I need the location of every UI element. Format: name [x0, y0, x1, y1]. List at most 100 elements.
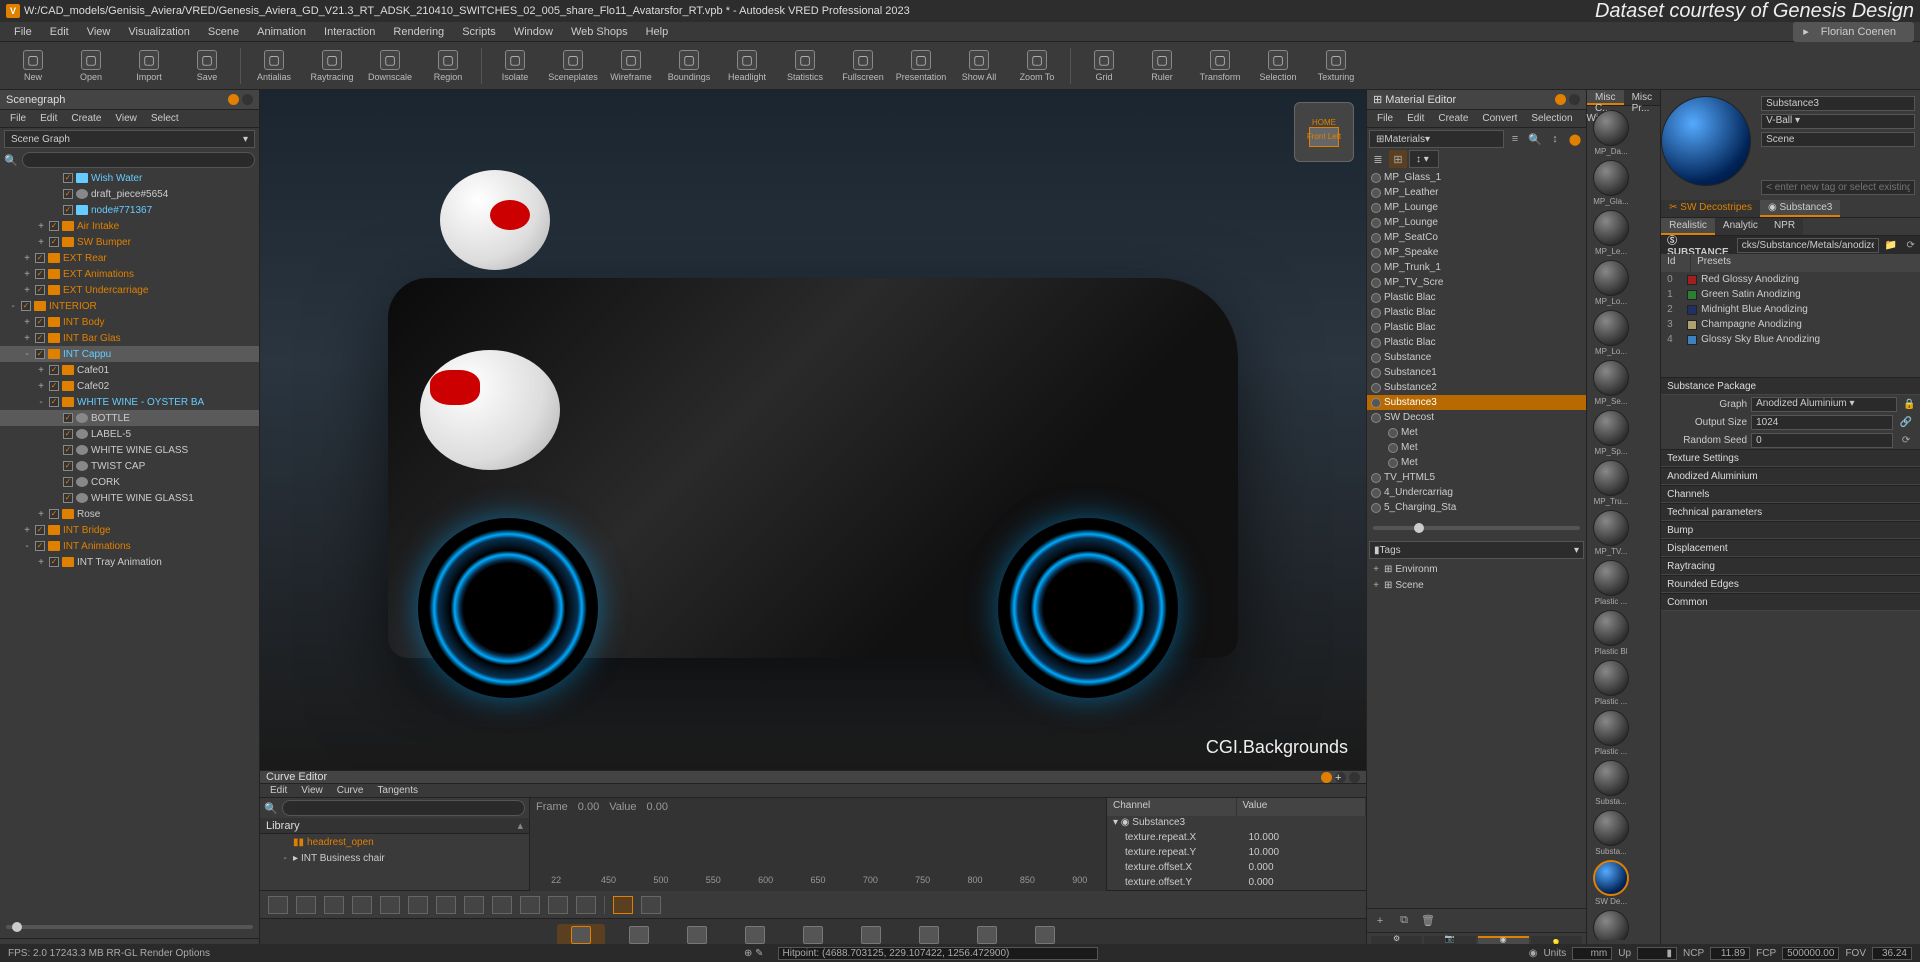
tool-new[interactable]: ▢New [8, 48, 58, 84]
menu-animation[interactable]: Animation [249, 24, 314, 40]
linear-icon[interactable] [380, 896, 400, 914]
me-menu-convert[interactable]: Convert [1476, 112, 1523, 125]
material-item[interactable]: MP_Lounge [1367, 200, 1586, 215]
material-item[interactable]: Met [1367, 425, 1586, 440]
channel-row[interactable]: texture.offset.Y0.000 [1107, 876, 1366, 891]
sg-menu-view[interactable]: View [109, 112, 143, 125]
tool-raytracing[interactable]: ▢Raytracing [307, 48, 357, 84]
section-rounded-edges[interactable]: Rounded Edges [1661, 575, 1920, 593]
tool-headlight[interactable]: ▢Headlight [722, 48, 772, 84]
ce-refresh-icon[interactable] [1321, 772, 1332, 783]
menu-file[interactable]: File [6, 24, 40, 40]
material-item[interactable]: 5_Charging_Sta [1367, 500, 1586, 515]
material-item[interactable]: Substance [1367, 350, 1586, 365]
materials-filter-dropdown[interactable]: ⊞ Materials ▾ [1369, 130, 1504, 148]
me-refresh-icon[interactable] [1555, 94, 1566, 105]
unify-icon[interactable] [548, 896, 568, 914]
tree-node[interactable]: -✓INT Animations [0, 538, 259, 554]
tree-node[interactable]: +✓Cafe02 [0, 378, 259, 394]
tree-node[interactable]: +✓INT Body [0, 314, 259, 330]
list-view-icon[interactable]: ≣ [1369, 150, 1387, 168]
output-size-field[interactable] [1751, 415, 1893, 430]
panel-close-icon[interactable] [242, 94, 253, 105]
tool-statistics[interactable]: ▢Statistics [780, 48, 830, 84]
material-type-dropdown[interactable]: V-Ball ▾ [1761, 114, 1914, 129]
menu-help[interactable]: Help [638, 24, 677, 40]
mat-group[interactable]: +⊞Scene [1367, 577, 1586, 593]
material-thumb[interactable]: SW De... [1591, 860, 1631, 906]
sg-menu-select[interactable]: Select [145, 112, 185, 125]
tool-grid[interactable]: ▢Grid [1079, 48, 1129, 84]
menu-scene[interactable]: Scene [200, 24, 247, 40]
menu-scripts[interactable]: Scripts [454, 24, 504, 40]
tree-node[interactable]: +✓Air Intake [0, 218, 259, 234]
scenegraph-tree[interactable]: ✓Wish Water✓draft_piece#5654✓node#771367… [0, 170, 259, 916]
tree-node[interactable]: ✓WHITE WINE GLASS1 [0, 490, 259, 506]
tool-open[interactable]: ▢Open [66, 48, 116, 84]
sort-icon[interactable]: ↕ [1546, 130, 1564, 148]
tool-ruler[interactable]: ▢Ruler [1137, 48, 1187, 84]
section-anodized-aluminium[interactable]: Anodized Aluminium [1661, 467, 1920, 485]
menu-webshops[interactable]: Web Shops [563, 24, 636, 40]
user-badge[interactable]: ▸ Florian Coenen [1793, 22, 1914, 42]
channel-row[interactable]: texture.repeat.Y10.000 [1107, 846, 1366, 861]
me-close-icon[interactable] [1569, 94, 1580, 105]
me-menu-selection[interactable]: Selection [1525, 112, 1578, 125]
scissors-icon[interactable] [296, 896, 316, 914]
tree-node[interactable]: +✓EXT Rear [0, 250, 259, 266]
tool-texturing[interactable]: ▢Texturing [1311, 48, 1361, 84]
section-texture-settings[interactable]: Texture Settings [1661, 449, 1920, 467]
collapse-icon[interactable]: ▴ [517, 819, 523, 832]
tree-node[interactable]: +✓Rose [0, 506, 259, 522]
menu-edit[interactable]: Edit [42, 24, 77, 40]
tool-region[interactable]: ▢Region [423, 48, 473, 84]
tangent-2-icon[interactable] [352, 896, 372, 914]
tool-antialias[interactable]: ▢Antialias [249, 48, 299, 84]
section-technical-parameters[interactable]: Technical parameters [1661, 503, 1920, 521]
presets-table[interactable]: 0Red Glossy Anodizing1Green Satin Anodiz… [1661, 272, 1920, 347]
tree-node[interactable]: +✓EXT Animations [0, 266, 259, 282]
link-icon[interactable]: 🔗 [1897, 413, 1915, 431]
ce-menu-edit[interactable]: Edit [264, 784, 293, 797]
sg-menu-file[interactable]: File [4, 112, 32, 125]
tool-boundings[interactable]: ▢Boundings [664, 48, 714, 84]
material-thumbnails[interactable]: MP_Da...MP_Gla...MP_Le...MP_Lo...MP_Lo..… [1587, 106, 1660, 940]
tool-import[interactable]: ▢Import [124, 48, 174, 84]
viewport[interactable]: HOME Front Left CGI.Backgrounds [260, 90, 1366, 770]
tag-field[interactable] [1761, 180, 1914, 195]
tool-sceneplates[interactable]: ▢Sceneplates [548, 48, 598, 84]
tool-transform[interactable]: ▢Transform [1195, 48, 1245, 84]
fcp-field[interactable]: 500000.00 [1782, 947, 1839, 960]
tree-node[interactable]: ✓node#771367 [0, 202, 259, 218]
section-raytracing[interactable]: Raytracing [1661, 557, 1920, 575]
material-thumb[interactable]: MP_Lo... [1591, 260, 1631, 306]
material-thumb[interactable]: MP_Lo... [1591, 310, 1631, 356]
preset-row[interactable]: 2Midnight Blue Anodizing [1661, 302, 1920, 317]
key-icon[interactable] [268, 896, 288, 914]
crumb-decostripes[interactable]: ✂ SW Decostripes [1661, 200, 1760, 217]
tree-node[interactable]: ✓draft_piece#5654 [0, 186, 259, 202]
spline-icon[interactable] [436, 896, 456, 914]
reload-icon[interactable]: ⟳ [1903, 236, 1919, 254]
tool-downscale[interactable]: ▢Downscale [365, 48, 415, 84]
material-item[interactable]: Plastic Blac [1367, 335, 1586, 350]
lock-icon[interactable]: 🔒 [1901, 395, 1919, 413]
tree-node[interactable]: +✓SW Bumper [0, 234, 259, 250]
ce-menu-view[interactable]: View [295, 784, 329, 797]
materials-list[interactable]: MP_Glass_1MP_LeatherMP_LoungeMP_LoungeMP… [1367, 170, 1586, 517]
ce-menu-tangents[interactable]: Tangents [371, 784, 424, 797]
thumb-tab-1[interactable]: Misc C... [1587, 90, 1624, 105]
material-item[interactable]: MP_Speake [1367, 245, 1586, 260]
menu-visualization[interactable]: Visualization [120, 24, 198, 40]
preset-row[interactable]: 0Red Glossy Anodizing [1661, 272, 1920, 287]
menu-rendering[interactable]: Rendering [385, 24, 452, 40]
material-thumb[interactable]: MP_Se... [1591, 360, 1631, 406]
tree-node[interactable]: +✓INT Bridge [0, 522, 259, 538]
material-thumb[interactable]: Substa... [1591, 760, 1631, 806]
lib-item[interactable]: -▸INT Business chair [260, 850, 529, 866]
sg-menu-create[interactable]: Create [65, 112, 107, 125]
tree-node[interactable]: -✓INT Cappu [0, 346, 259, 362]
step-icon[interactable] [408, 896, 428, 914]
ce-menu-curve[interactable]: Curve [331, 784, 370, 797]
seed-field[interactable] [1751, 433, 1893, 448]
